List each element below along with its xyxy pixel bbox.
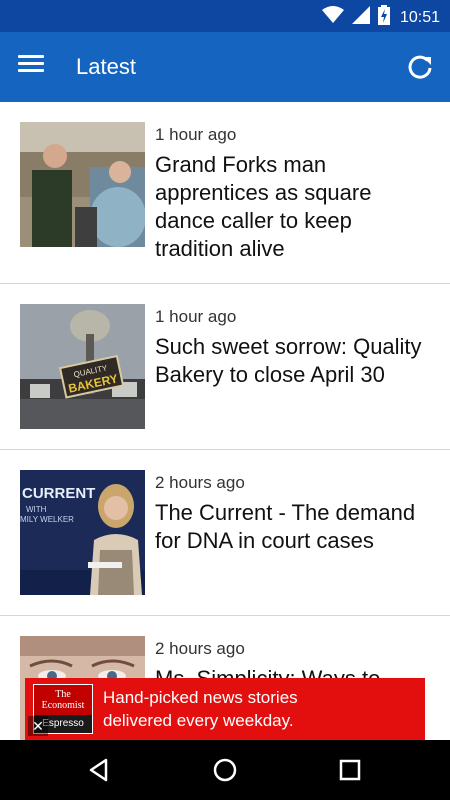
signal-icon	[351, 6, 370, 29]
ad-text-line2: delivered every weekday.	[103, 711, 294, 730]
page-title: Latest	[76, 54, 136, 79]
news-thumbnail	[20, 122, 145, 247]
news-item[interactable]: 1 hour ago Grand Forks man apprentices a…	[0, 102, 450, 284]
battery-charging-icon	[377, 5, 390, 30]
news-feed: 1 hour ago Grand Forks man apprentices a…	[0, 102, 450, 740]
home-button[interactable]	[210, 755, 240, 785]
current-show-host: MILY WELKER	[20, 515, 74, 524]
news-time: 2 hours ago	[155, 473, 245, 492]
news-item[interactable]: QUALITY BAKERY 1 hour ago Such sweet sor…	[0, 284, 450, 450]
home-icon	[213, 758, 237, 782]
refresh-icon	[408, 55, 432, 79]
back-icon	[89, 758, 108, 782]
news-headline: Grand Forks man apprentices as square da…	[155, 152, 372, 261]
back-button[interactable]	[84, 755, 114, 785]
system-nav-bar	[0, 740, 450, 800]
news-thumbnail: QUALITY BAKERY	[20, 304, 145, 429]
status-icons: 10:51	[321, 5, 440, 30]
ad-text-line1: Hand-picked news stories	[103, 688, 298, 707]
news-time: 1 hour ago	[155, 125, 237, 144]
status-time: 10:51	[399, 8, 440, 26]
news-item[interactable]: CURRENT WITH MILY WELKER 2 hours ago The…	[0, 450, 450, 616]
current-show-title: CURRENT	[22, 485, 95, 502]
ad-logo-top: The Economist	[41, 689, 85, 711]
recents-icon	[339, 759, 361, 781]
news-time: 1 hour ago	[155, 307, 237, 326]
ad-close-button[interactable]: ✕	[28, 716, 48, 736]
menu-button[interactable]	[18, 52, 52, 82]
recents-button[interactable]	[335, 755, 365, 785]
news-thumbnail: CURRENT WITH MILY WELKER	[20, 470, 145, 595]
news-time: 2 hours ago	[155, 639, 245, 658]
refresh-button[interactable]	[404, 51, 436, 83]
news-headline: Such sweet sorrow: Quality Bakery to clo…	[155, 334, 422, 387]
ad-text: Hand-picked news stories delivered every…	[103, 686, 298, 732]
current-show-with: WITH	[26, 505, 47, 514]
menu-icon	[18, 55, 52, 72]
app-bar: Latest	[0, 32, 450, 102]
wifi-icon	[321, 6, 344, 29]
news-headline: The Current - The demand for DNA in cour…	[155, 500, 416, 553]
ad-banner[interactable]: The Economist Espresso Hand-picked news …	[25, 678, 425, 740]
status-bar: 10:51	[0, 0, 450, 32]
